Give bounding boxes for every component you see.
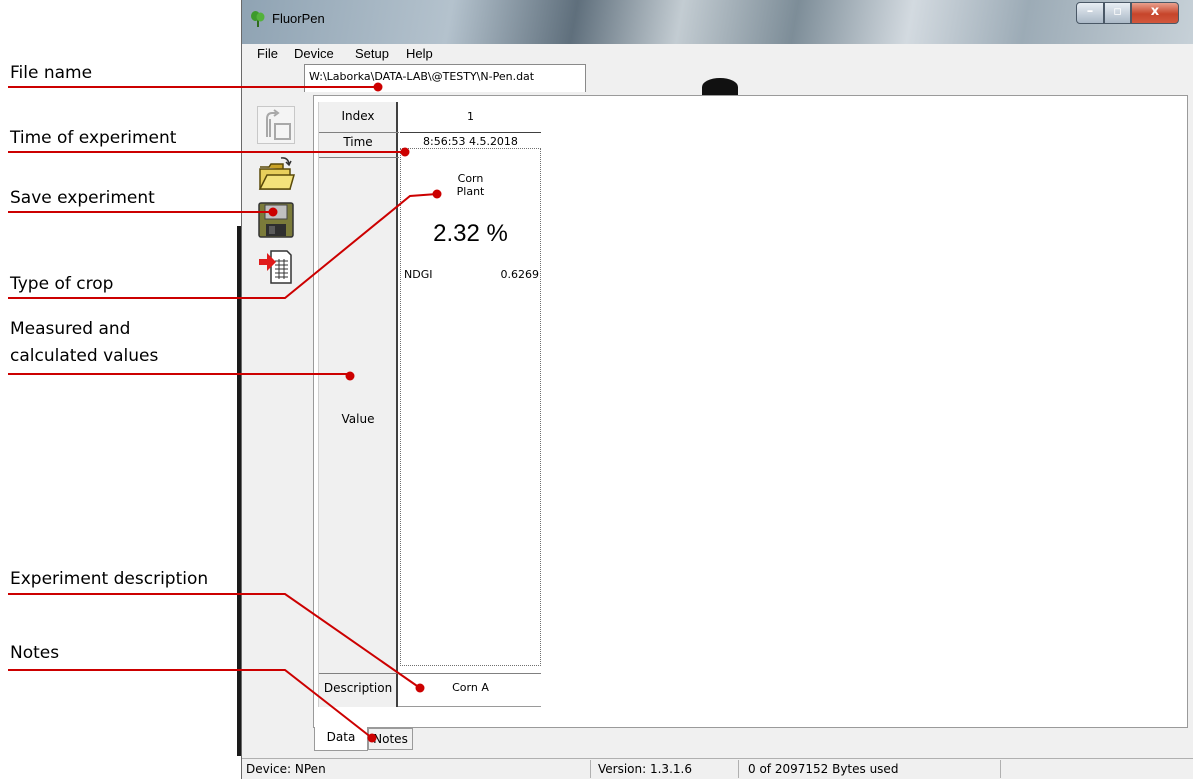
divider: [400, 673, 541, 674]
annotation-type-of-crop: Type of crop: [10, 274, 114, 294]
device-download-icon: [266, 109, 291, 140]
status-separator: [1000, 760, 1001, 778]
header-time: Time: [343, 135, 373, 149]
status-version: Version: 1.3.1.6: [598, 762, 692, 776]
annotation-file-name: File name: [10, 63, 93, 83]
export-button[interactable]: [257, 247, 295, 285]
fluorpen-window: FluorPen – ▫ x File Device Setup Help W:…: [241, 0, 1193, 779]
annotation-measured-line1: Measured and: [10, 319, 131, 339]
record-description: Corn A: [452, 681, 489, 694]
export-document-icon: [259, 250, 292, 284]
divider: [400, 132, 541, 133]
title-bar[interactable]: FluorPen – ▫ x: [242, 0, 1193, 44]
header-index: Index: [341, 109, 375, 123]
close-icon: x: [1150, 4, 1160, 19]
annotation-save-experiment: Save experiment: [10, 188, 155, 208]
save-button[interactable]: [257, 201, 295, 239]
header-value: Value: [341, 412, 375, 426]
menu-help[interactable]: Help: [406, 46, 433, 61]
file-tab[interactable]: W:\Laborka\DATA-LAB\@TESTY\N-Pen.dat: [304, 64, 586, 92]
crop-type-line2: Plant: [456, 185, 485, 198]
maximize-button[interactable]: ▫: [1104, 2, 1131, 24]
fluorpen-leaf-icon: [250, 10, 266, 33]
menu-file[interactable]: File: [257, 46, 278, 61]
tab-notes[interactable]: Notes: [368, 728, 413, 750]
divider: [319, 157, 399, 158]
crop-type-line1: Corn: [457, 172, 484, 185]
window-title: FluorPen: [272, 11, 325, 26]
ndgi-value: 0.6269: [500, 268, 540, 281]
annotation-experiment-description: Experiment description: [10, 569, 209, 589]
save-disk-icon: [258, 202, 294, 238]
annotation-time-of-experiment: Time of experiment: [10, 128, 177, 148]
status-separator: [738, 760, 739, 778]
status-memory: 0 of 2097152 Bytes used: [748, 762, 899, 776]
device-download-button[interactable]: [257, 106, 295, 144]
divider: [319, 132, 399, 133]
background-artifact: [702, 78, 738, 96]
header-description: Description: [323, 681, 393, 695]
close-button[interactable]: x: [1131, 2, 1179, 24]
tab-data[interactable]: Data: [314, 727, 368, 751]
nitrogen-percent: 2.32 %: [433, 220, 508, 247]
minimize-icon: –: [1086, 4, 1094, 19]
header-column: Index Time Value Description: [318, 102, 399, 707]
open-button[interactable]: [257, 155, 295, 193]
maximize-icon: ▫: [1113, 4, 1122, 19]
record-index: 1: [467, 110, 474, 123]
annotation-measured-line2: calculated values: [10, 346, 159, 366]
open-folder-icon: [258, 157, 295, 190]
status-separator: [590, 760, 591, 778]
status-device: Device: NPen: [246, 762, 326, 776]
data-grid: Index Time Value Description 1 8:56:53 4…: [318, 102, 541, 707]
data-view: Index Time Value Description 1 8:56:53 4…: [313, 95, 1188, 728]
menu-setup[interactable]: Setup: [355, 46, 389, 61]
menu-device[interactable]: Device: [294, 46, 334, 61]
minimize-button[interactable]: –: [1076, 2, 1104, 24]
ndgi-label: NDGI: [404, 268, 433, 281]
menu-bar: File Device Setup Help: [242, 44, 1193, 64]
record-time: 8:56:53 4.5.2018: [423, 135, 518, 148]
divider: [319, 673, 399, 674]
status-bar: Device: NPen Version: 1.3.1.6 0 of 20971…: [242, 758, 1193, 779]
annotation-notes: Notes: [10, 643, 60, 663]
